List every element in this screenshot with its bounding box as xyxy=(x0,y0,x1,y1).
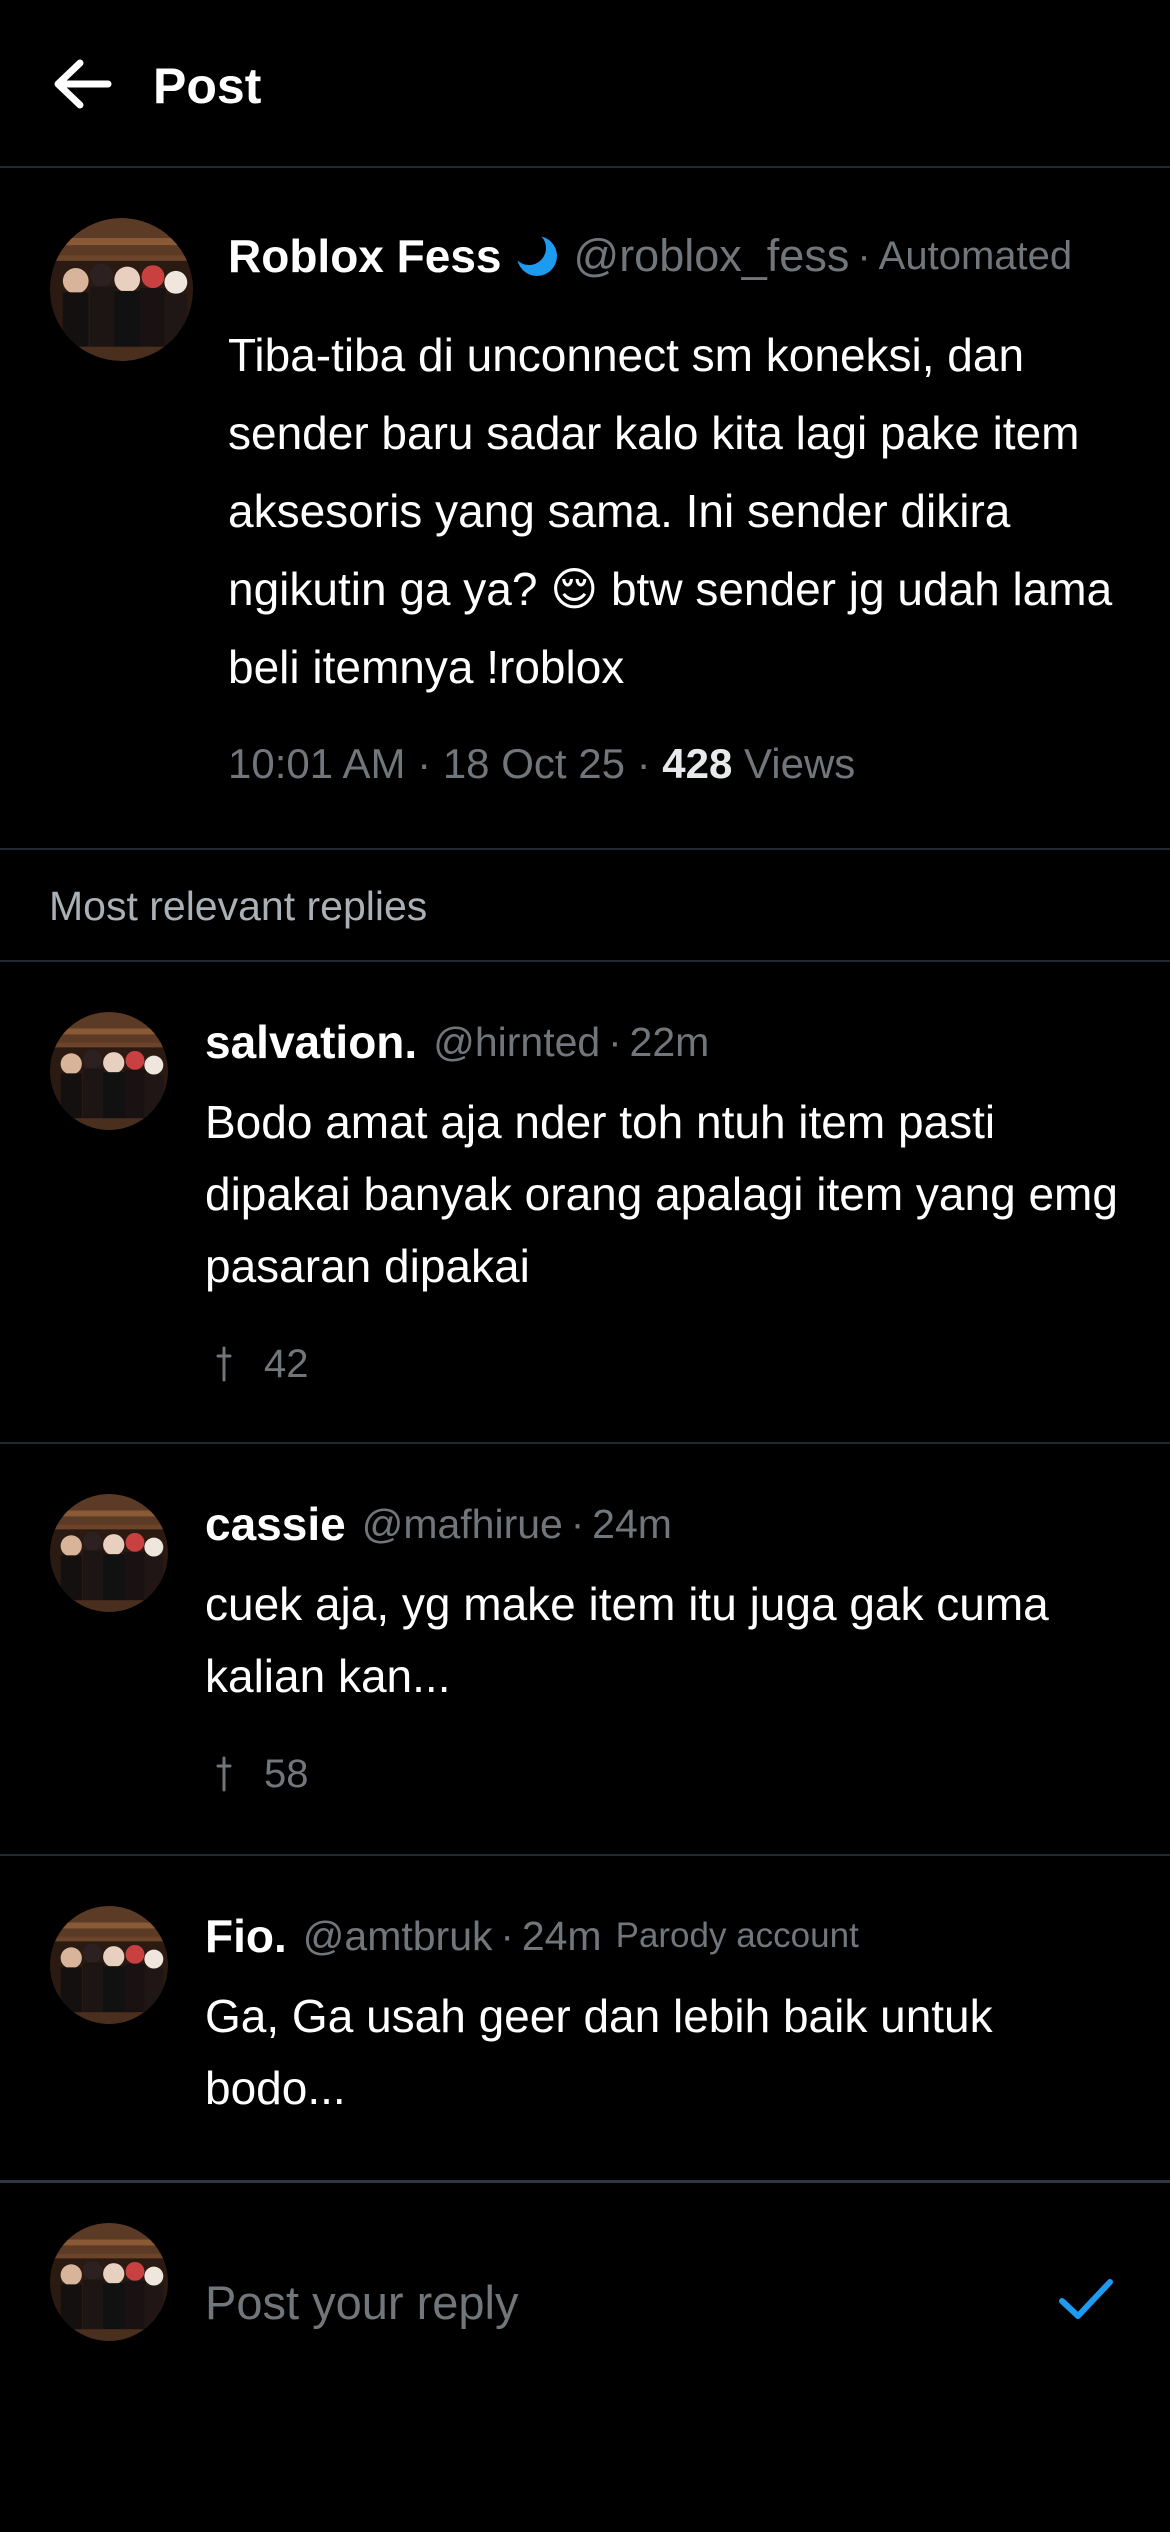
reply-body: Ga, Ga usah geer dan lebih baik untuk bo… xyxy=(205,1990,993,2114)
arrow-left-icon xyxy=(52,58,112,115)
reply-item[interactable]: cassie @mafhirue · 24m cuek aja, yg make… xyxy=(0,1444,1170,1856)
reply-author-row: cassie @mafhirue · 24m xyxy=(205,1494,672,1554)
post-meta: 10:01 AM · 18 Oct 25 · 428 Views xyxy=(228,740,855,788)
main-post: Roblox Fess @roblox_fess · Automated Tib… xyxy=(0,168,1170,850)
send-reply-button[interactable] xyxy=(1050,2265,1122,2337)
replies-sort-label[interactable]: Most relevant replies xyxy=(49,880,427,932)
reply-author-row: salvation. @hirnted · 22m xyxy=(205,1012,709,1072)
upvote-icon xyxy=(216,1344,232,1384)
post-date: 18 Oct 25 xyxy=(442,740,625,787)
reply-time: 22m xyxy=(629,1018,710,1065)
current-user-avatar[interactable] xyxy=(50,2223,168,2341)
reply-author-name[interactable]: salvation. xyxy=(205,1015,417,1069)
reply-author-handle[interactable]: @amtbruk xyxy=(303,1913,493,1960)
parody-account-label: Parody account xyxy=(615,1916,859,1955)
separator-dot: · xyxy=(570,1501,585,1546)
separator-dot: · xyxy=(500,1913,514,1958)
reply-item[interactable]: salvation. @hirnted · 22m Bodo amat aja … xyxy=(0,962,1170,1444)
reply-time: 24m xyxy=(592,1500,672,1547)
reply-time: 24m xyxy=(521,1912,602,1959)
reply-avatar[interactable] xyxy=(50,1494,168,1612)
reply-avatar[interactable] xyxy=(50,1906,168,2024)
post-author-handle[interactable]: @roblox_fess xyxy=(574,230,850,282)
post-body: Tiba-tiba di unconnect sm koneksi, dan s… xyxy=(228,329,1113,693)
post-author-avatar[interactable] xyxy=(50,218,193,361)
reply-stats[interactable]: 58 xyxy=(216,1746,309,1802)
reply-input[interactable] xyxy=(205,2267,1005,2337)
reply-item[interactable]: Fio. @amtbruk · 24m Parody account Ga, G… xyxy=(0,1856,1170,2180)
reply-stat-count: 58 xyxy=(264,1751,309,1796)
separator-dot: · xyxy=(417,740,432,787)
checkmark-icon xyxy=(1058,2277,1114,2326)
replies-section-header: Most relevant replies xyxy=(0,850,1170,962)
post-author-name[interactable]: Roblox Fess xyxy=(228,229,502,283)
reply-avatar[interactable] xyxy=(50,1012,168,1130)
post-time: 10:01 AM xyxy=(228,740,406,787)
reply-author-name[interactable]: cassie xyxy=(205,1497,346,1551)
views-label: Views xyxy=(744,740,856,787)
reply-author-handle[interactable]: @mafhirue xyxy=(362,1501,563,1548)
reply-body: cuek aja, yg make item itu juga gak cuma… xyxy=(205,1578,1049,1702)
reply-author-name[interactable]: Fio. xyxy=(205,1909,287,1963)
page-title: Post xyxy=(153,58,262,114)
separator-dot: · xyxy=(608,1019,622,1064)
automated-label: Automated xyxy=(878,233,1073,278)
views-count: 428 xyxy=(662,740,733,787)
upvote-icon xyxy=(216,1754,232,1794)
top-bar: Post xyxy=(0,0,1170,168)
post-author-row: Roblox Fess @roblox_fess · Automated xyxy=(228,226,1072,286)
separator-dot: · xyxy=(636,740,651,787)
separator-dot: · xyxy=(857,233,871,278)
reply-author-row: Fio. @amtbruk · 24m Parody account xyxy=(205,1906,859,1966)
crescent-moon-icon xyxy=(513,233,560,279)
reply-body: Bodo amat aja nder toh ntuh item pasti d… xyxy=(205,1096,1118,1292)
reply-composer xyxy=(0,2180,1170,2532)
reply-stat-count: 42 xyxy=(264,1341,309,1386)
back-button[interactable] xyxy=(46,50,118,122)
reply-author-handle[interactable]: @hirnted xyxy=(433,1019,600,1066)
reply-stats[interactable]: 42 xyxy=(216,1336,309,1392)
